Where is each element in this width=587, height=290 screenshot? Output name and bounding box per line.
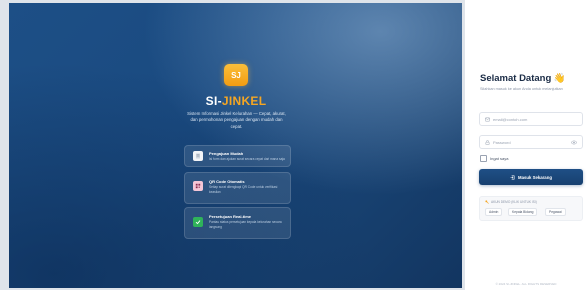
feature-description: Setiap surat dilengkapi QR Code untuk ve…: [209, 185, 278, 194]
footer-copyright: © 2024 SI-JINKEL. ALL RIGHTS RESERVED: [495, 282, 557, 286]
feature-card-pengajuan: Pengajuan Mudah Isi form dan ajukan sura…: [184, 145, 291, 167]
demo-accounts-box: AKUN DEMO (KLIK UNTUK ISI) Admin Kepala …: [479, 196, 583, 221]
feature-title: Pengajuan Mudah: [209, 151, 244, 156]
remember-label: Ingat saya: [490, 156, 509, 161]
brand-accent: JINKEL: [221, 94, 267, 108]
demo-title: AKUN DEMO (KLIK UNTUK ISI): [485, 200, 537, 204]
qr-code-icon: [193, 181, 203, 191]
wave-icon: 👋: [553, 73, 566, 84]
demo-chip-admin[interactable]: Admin: [485, 208, 503, 216]
feature-title: QR Code Otomatis: [209, 179, 245, 184]
login-button[interactable]: Masuk Sekarang: [479, 169, 583, 185]
login-subtitle: Silahkan masuk ke akun Anda untuk melanj…: [480, 87, 563, 91]
check-icon: [193, 217, 203, 227]
feature-description: Isi form dan ajukan surat secara cepat d…: [209, 157, 285, 161]
feature-card-qr: QR Code Otomatis Setiap surat dilengkapi…: [184, 172, 291, 204]
logo-text: SJ: [231, 70, 241, 80]
tagline: Sistem Informasi Jinkel Kelurahan — Cepa…: [187, 111, 286, 129]
email-input[interactable]: [493, 114, 571, 124]
brand-prefix: SI-: [205, 94, 222, 108]
eye-icon[interactable]: [571, 140, 577, 145]
welcome-heading: Selamat Datang 👋: [480, 73, 566, 84]
feature-title: Persetujuan Real-time: [209, 214, 252, 219]
password-input[interactable]: [493, 137, 571, 147]
brand-title: SI-JINKEL: [0, 94, 472, 108]
demo-chip-pegawai[interactable]: Pegawai: [545, 208, 566, 216]
remember-me[interactable]: Ingat saya: [480, 155, 508, 162]
document-icon: [193, 151, 203, 161]
feature-card-persetujuan: Persetujuan Real-time Pantau status pers…: [184, 207, 291, 239]
app-logo: SJ: [224, 64, 248, 86]
demo-chip-kepala-bidang[interactable]: Kepala Bidang: [508, 208, 538, 216]
email-field[interactable]: [479, 112, 583, 126]
remember-checkbox[interactable]: [480, 155, 487, 162]
login-button-label: Masuk Sekarang: [518, 174, 552, 180]
demo-title-text: AKUN DEMO (KLIK UNTUK ISI): [491, 200, 537, 204]
feature-description: Pantau status persetujuan kepala kelurah…: [209, 220, 282, 229]
mail-icon: [485, 117, 490, 122]
login-icon: [510, 175, 515, 179]
lock-icon: [485, 140, 490, 145]
password-field[interactable]: [479, 135, 583, 149]
welcome-text: Selamat Datang: [480, 73, 552, 84]
key-icon: [485, 200, 489, 204]
